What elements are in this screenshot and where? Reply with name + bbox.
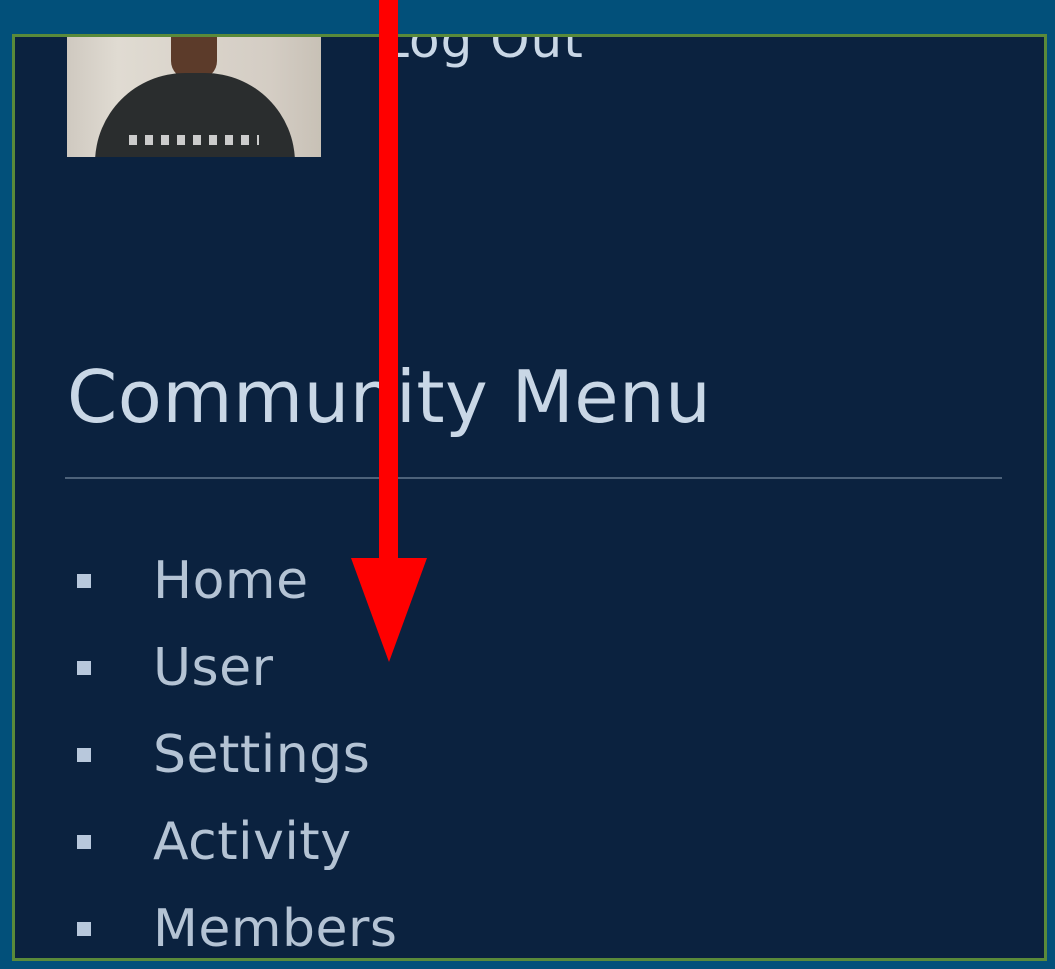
menu-link-settings[interactable]: Settings xyxy=(153,725,370,785)
square-bullet-icon xyxy=(77,573,91,588)
menu-item-members: Members xyxy=(77,885,397,959)
menu-link-members[interactable]: Members xyxy=(153,899,397,959)
title-divider xyxy=(65,477,1002,479)
community-menu-list: Home User Settings Activity Members xyxy=(77,537,397,959)
square-bullet-icon xyxy=(77,747,91,762)
user-avatar[interactable] xyxy=(67,37,321,157)
menu-item-activity: Activity xyxy=(77,798,397,885)
avatar-shirt-print xyxy=(129,135,259,145)
menu-link-user[interactable]: User xyxy=(153,638,274,698)
community-menu-title: Community Menu xyxy=(67,355,712,439)
menu-link-home[interactable]: Home xyxy=(153,551,309,611)
square-bullet-icon xyxy=(77,921,91,936)
community-widget-panel: Log Out Community Menu Home User Setting… xyxy=(12,34,1047,961)
menu-link-activity[interactable]: Activity xyxy=(153,812,351,872)
menu-item-settings: Settings xyxy=(77,711,397,798)
square-bullet-icon xyxy=(77,834,91,849)
logout-link[interactable]: Log Out xyxy=(381,37,584,69)
square-bullet-icon xyxy=(77,660,91,675)
menu-item-home: Home xyxy=(77,537,397,624)
menu-item-user: User xyxy=(77,624,397,711)
